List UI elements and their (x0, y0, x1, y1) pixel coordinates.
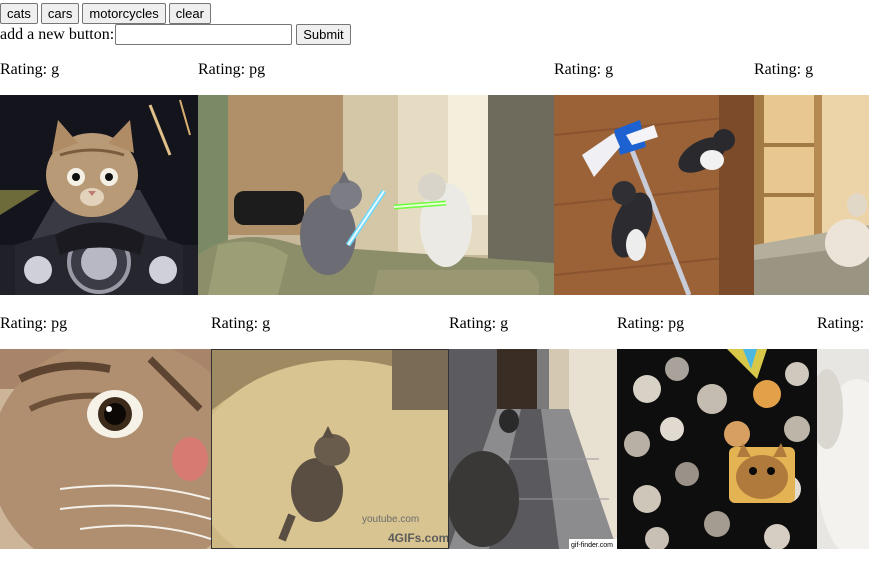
gif-image[interactable] (554, 95, 754, 295)
gif-card: Rating: g (754, 61, 869, 295)
topic-button-motorcycles[interactable]: motorcycles (82, 3, 166, 24)
4gifs-watermark: 4GIFs.com (388, 531, 448, 545)
gif-card: Rating: g (0, 61, 198, 295)
topic-button-cats[interactable]: cats (0, 3, 38, 24)
gif-image[interactable] (0, 95, 198, 295)
gif-card: Rating: g (554, 61, 754, 295)
gif-card: Rating: g youtube.com 4GIFs.com (211, 315, 449, 549)
gif-image[interactable] (754, 95, 869, 295)
gif-image[interactable] (0, 349, 211, 549)
gif-image[interactable] (198, 95, 554, 295)
gif-rating: Rating: g (817, 315, 869, 332)
gif-card: Rating: g gif-finder.com (449, 315, 617, 549)
youtube-watermark: youtube.com (362, 514, 419, 525)
gif-rating: Rating: pg (617, 315, 685, 332)
gif-finder-watermark: gif-finder.com (571, 542, 613, 549)
gif-rating: Rating: g (211, 315, 271, 332)
submit-button[interactable]: Submit (296, 24, 351, 45)
gif-rating: Rating: pg (198, 61, 266, 78)
new-button-input[interactable] (115, 24, 293, 45)
gif-image[interactable]: youtube.com 4GIFs.com (211, 349, 449, 549)
gif-rating: Rating: g (449, 315, 509, 332)
topic-button-cars[interactable]: cars (40, 3, 80, 24)
add-button-label: add a new button: (0, 26, 115, 43)
gif-image[interactable] (817, 349, 869, 549)
add-button-form: add a new button: Submit (0, 24, 351, 46)
gif-rating: Rating: g (0, 61, 60, 78)
gif-card: Rating: pg (0, 315, 211, 549)
gif-card: Rating: g (817, 315, 869, 549)
gif-rating: Rating: g (754, 61, 814, 78)
gif-card: Rating: pg (198, 61, 554, 295)
gif-card: Rating: pg (617, 315, 817, 549)
gif-image[interactable]: gif-finder.com (449, 349, 617, 549)
gif-image[interactable] (617, 349, 817, 549)
giphy-search-page: cats cars motorcycles clear add a new butto… (0, 0, 869, 565)
topic-button-row: cats cars motorcycles clear (0, 3, 214, 24)
clear-button[interactable]: clear (168, 3, 211, 24)
gif-rating: Rating: pg (0, 315, 68, 332)
gif-rating: Rating: g (554, 61, 614, 78)
